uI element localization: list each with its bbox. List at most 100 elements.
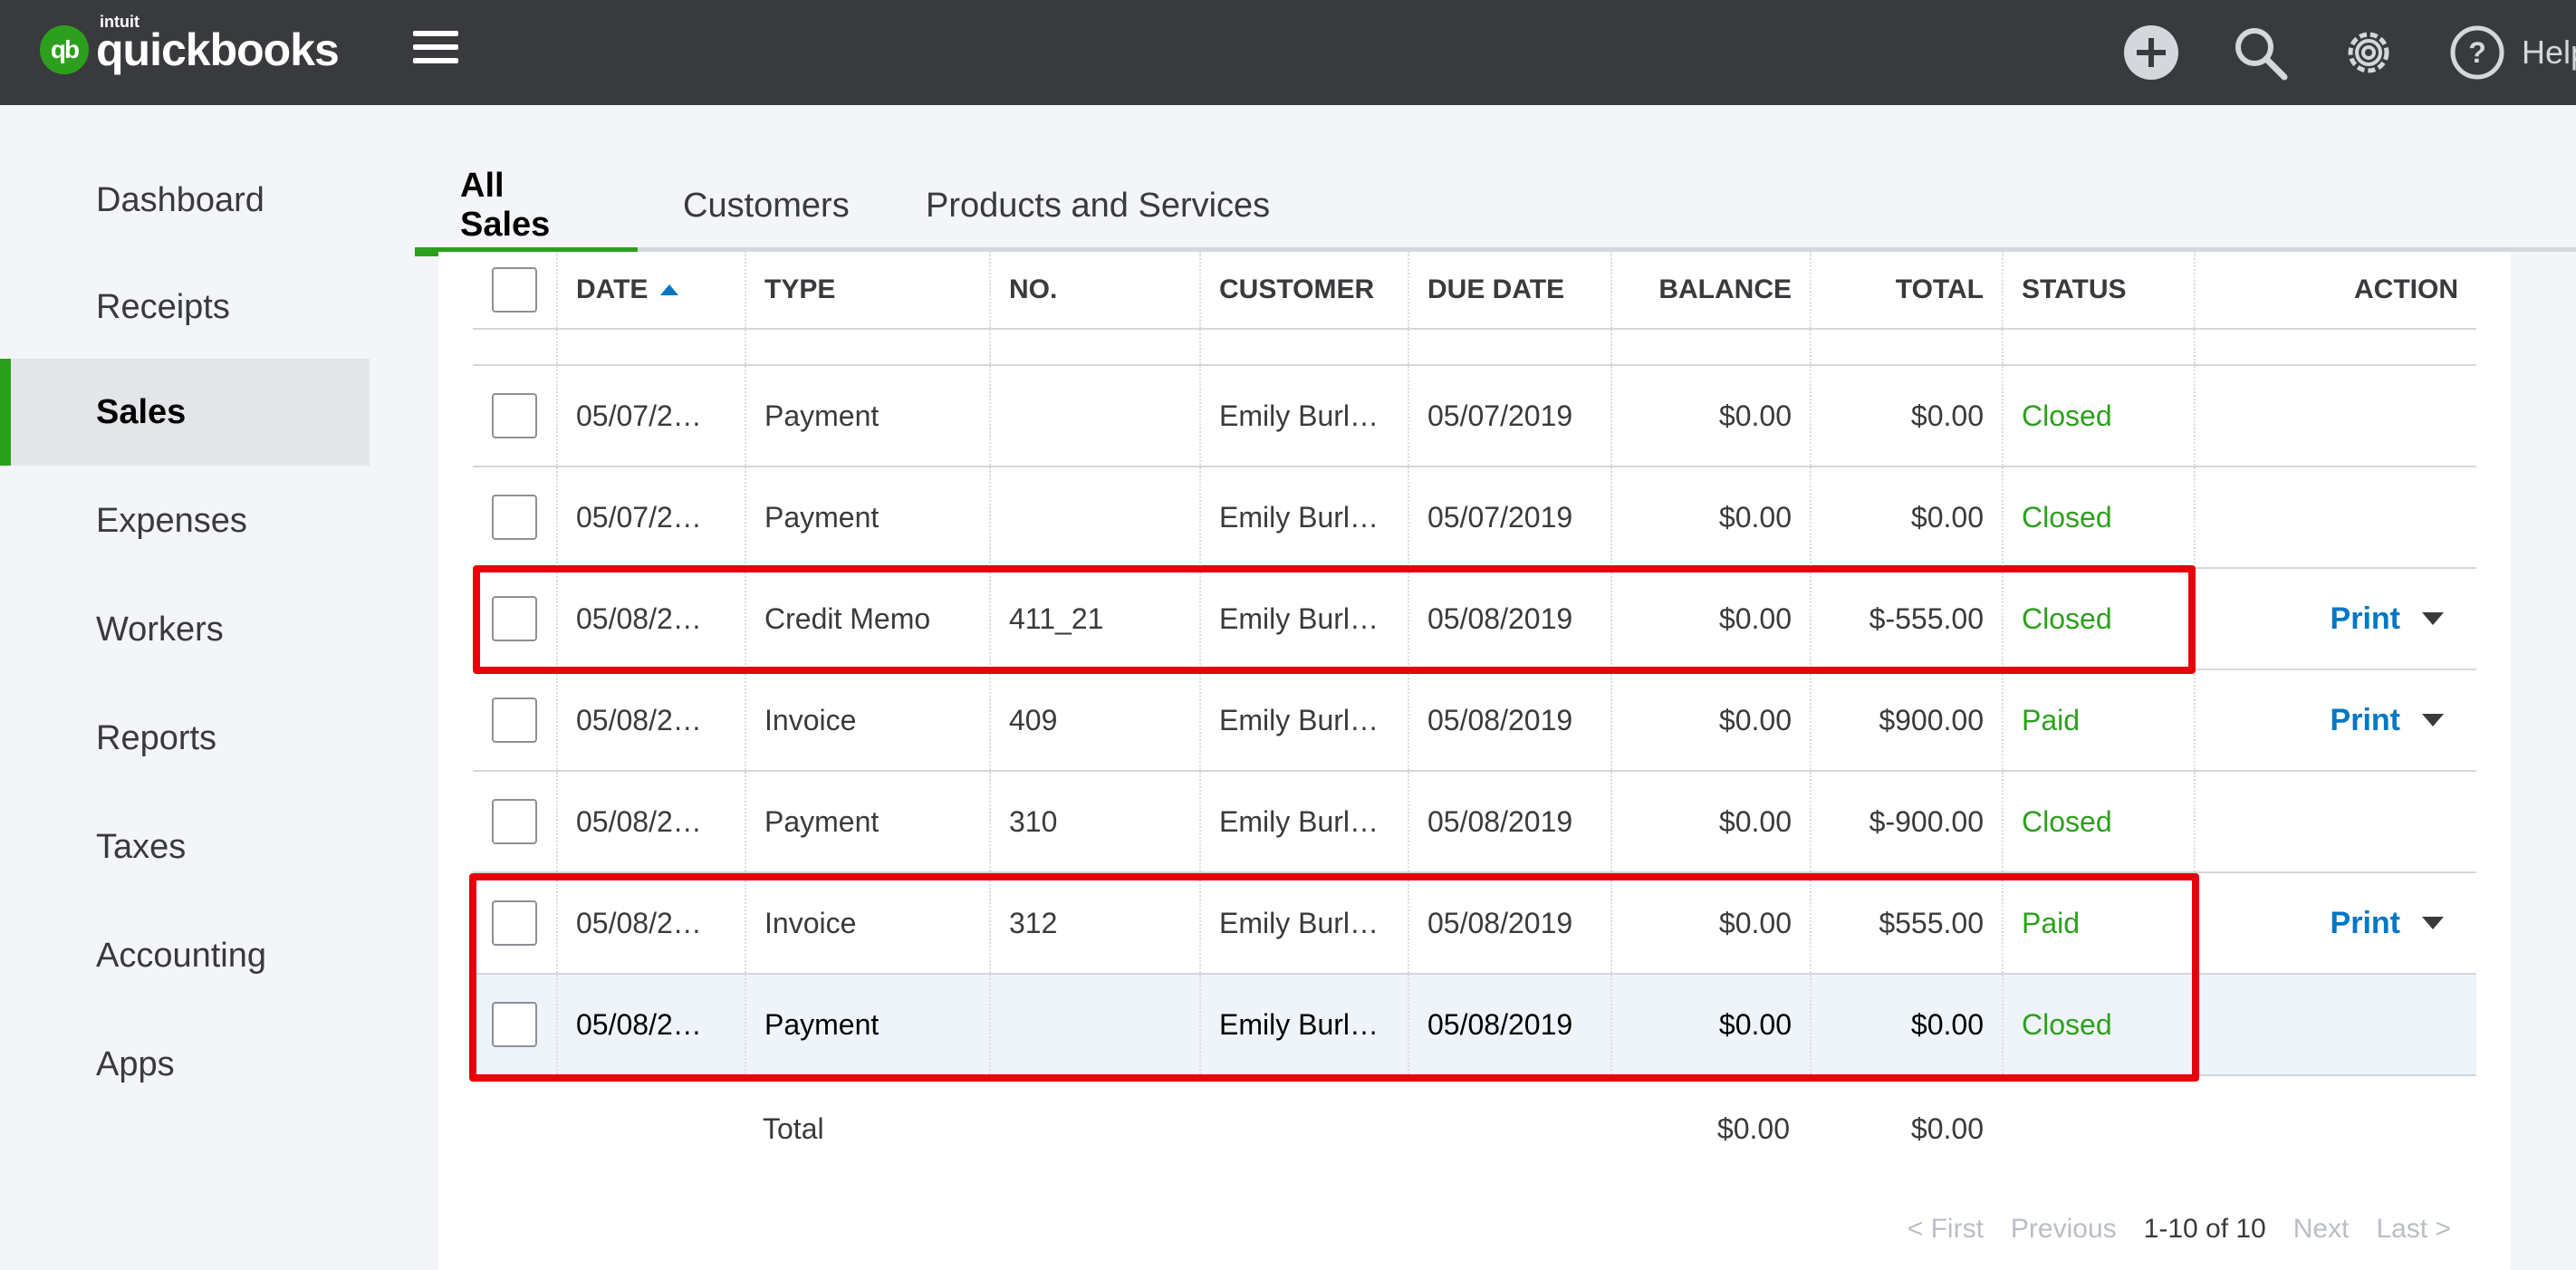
cell-balance: $0.00 <box>1612 569 1812 669</box>
cell-due-date: 05/08/2019 <box>1409 873 1612 973</box>
cell-type: Payment <box>746 467 991 567</box>
table-row[interactable]: 05/08/2… Invoice 312 Emily Burl… 05/08/2019 $… <box>473 873 2476 975</box>
cell-total: $-900.00 <box>1812 772 2004 871</box>
cell-status: Paid <box>2004 873 2196 973</box>
cell-action <box>2196 975 2476 1074</box>
table-row[interactable]: 05/08/2… Invoice 409 Emily Burl… 05/08/2019 $… <box>473 670 2476 772</box>
table-header-row: DATE TYPE NO. CUSTOMER DUE DATE BALANCE … <box>473 252 2476 330</box>
chevron-down-icon[interactable] <box>2422 714 2444 726</box>
print-link[interactable]: Print <box>2331 601 2400 637</box>
sidebar-item-sales[interactable]: Sales <box>0 359 370 466</box>
cell-total: $-555.00 <box>1812 569 2004 669</box>
sidebar-item-expenses[interactable]: Expenses <box>0 467 370 574</box>
table-row[interactable]: 05/08/2… Payment Emily Burl… 05/08/2019 $0.0… <box>473 975 2476 1076</box>
column-header-no[interactable]: NO. <box>991 252 1201 328</box>
column-header-date[interactable]: DATE <box>558 252 746 328</box>
column-header-total[interactable]: TOTAL <box>1812 252 2004 328</box>
table-row[interactable]: 05/08/2… Payment 310 Emily Burl… 05/08/2019 $… <box>473 772 2476 873</box>
column-header-balance[interactable]: BALANCE <box>1612 252 1812 328</box>
tab-customers[interactable]: Customers <box>638 159 895 252</box>
cell-action: Print <box>2196 873 2476 973</box>
cell-due-date: 05/07/2019 <box>1409 467 1612 567</box>
cell-no: 411_21 <box>991 569 1201 669</box>
svg-text:?: ? <box>2468 36 2486 69</box>
sales-tabs: All Sales Customers Products and Service… <box>415 159 2576 256</box>
search-icon[interactable] <box>2230 23 2290 82</box>
cell-date: 05/07/2… <box>558 467 746 567</box>
select-all-checkbox[interactable] <box>492 267 537 313</box>
column-header-status[interactable]: STATUS <box>2004 252 2196 328</box>
cell-customer: Emily Burl… <box>1201 467 1409 567</box>
column-header-customer[interactable]: CUSTOMER <box>1201 252 1409 328</box>
cell-date: 05/07/2… <box>558 366 746 466</box>
table-row[interactable]: 05/07/2… Payment Emily Burl… 05/07/2019 $0.0… <box>473 366 2476 467</box>
sidebar-item-receipts[interactable]: Receipts <box>0 254 370 361</box>
top-bar: qb intuit quickbooks ? Help <box>0 0 2576 105</box>
sidebar-item-reports[interactable]: Reports <box>0 685 370 792</box>
sidebar-item-accounting[interactable]: Accounting <box>0 902 370 1009</box>
pager-previous-link[interactable]: Previous <box>2011 1214 2117 1245</box>
total-label: Total <box>763 1112 824 1145</box>
table-row[interactable]: 05/07/2… Payment Emily Burl… 05/07/2019 $0.0… <box>473 467 2476 569</box>
total-amount: $0.00 <box>1910 1112 1984 1145</box>
cell-total: $900.00 <box>1812 670 2004 770</box>
cell-due-date: 05/07/2019 <box>1409 366 1612 466</box>
column-header-type[interactable]: TYPE <box>746 252 991 328</box>
plus-icon[interactable] <box>2121 23 2181 82</box>
cell-status: Closed <box>2004 467 2196 567</box>
sidebar-item-workers[interactable]: Workers <box>0 576 370 683</box>
chevron-down-icon[interactable] <box>2422 612 2444 625</box>
quickbooks-wordmark: quickbooks <box>96 24 340 75</box>
quickbooks-logo-mark: qb <box>40 25 89 74</box>
cell-date: 05/08/2… <box>558 772 746 871</box>
cell-customer: Emily Burl… <box>1201 569 1409 669</box>
pager-next-link[interactable]: Next <box>2293 1214 2350 1245</box>
cell-due-date: 05/08/2019 <box>1409 772 1612 871</box>
row-checkbox[interactable] <box>492 495 537 540</box>
cell-balance: $0.00 <box>1612 366 1812 466</box>
cell-no <box>991 467 1201 567</box>
tab-products-and-services[interactable]: Products and Services <box>880 159 1315 252</box>
gear-icon[interactable] <box>2339 23 2398 82</box>
cell-due-date: 05/08/2019 <box>1409 670 1612 770</box>
sidebar-item-taxes[interactable]: Taxes <box>0 794 370 900</box>
row-checkbox[interactable] <box>492 1002 537 1047</box>
row-checkbox[interactable] <box>492 393 537 438</box>
chevron-down-icon[interactable] <box>2422 917 2444 929</box>
sort-ascending-icon <box>660 284 679 295</box>
cell-type: Payment <box>746 772 991 871</box>
column-header-action: ACTION <box>2354 274 2458 304</box>
intuit-label: intuit <box>100 13 139 31</box>
cell-action <box>2196 366 2476 466</box>
cell-no <box>991 975 1201 1074</box>
cell-total: $0.00 <box>1812 467 2004 567</box>
cell-type: Credit Memo <box>746 569 991 669</box>
cell-total: $0.00 <box>1812 366 2004 466</box>
pager-last-link[interactable]: Last > <box>2376 1214 2451 1245</box>
table-row[interactable]: 05/08/2… Credit Memo 411_21 Emily Burl… 05/0… <box>473 569 2476 670</box>
total-balance: $0.00 <box>1716 1112 1790 1145</box>
cell-status: Closed <box>2004 975 2196 1074</box>
help-label[interactable]: Help <box>2522 34 2576 72</box>
column-header-due-date[interactable]: DUE DATE <box>1409 252 1612 328</box>
cell-balance: $0.00 <box>1612 975 1812 1074</box>
row-checkbox[interactable] <box>492 596 537 641</box>
cell-action <box>2196 467 2476 567</box>
row-checkbox[interactable] <box>492 900 537 946</box>
print-link[interactable]: Print <box>2331 906 2400 941</box>
cell-total: $0.00 <box>1812 975 2004 1074</box>
hamburger-menu-icon[interactable] <box>413 31 458 67</box>
sidebar-item-dashboard[interactable]: Dashboard <box>0 147 370 254</box>
pager-first-link[interactable]: < First <box>1908 1214 1984 1245</box>
sidebar-item-apps[interactable]: Apps <box>0 1011 370 1118</box>
cell-status: Closed <box>2004 772 2196 871</box>
tab-all-sales[interactable]: All Sales <box>415 159 638 256</box>
help-icon[interactable]: ? <box>2447 23 2507 82</box>
print-link[interactable]: Print <box>2331 703 2400 738</box>
cell-balance: $0.00 <box>1612 467 1812 567</box>
quickbooks-logo[interactable]: qb intuit quickbooks <box>40 13 340 80</box>
pager-range: 1-10 of 10 <box>2143 1214 2266 1244</box>
row-checkbox[interactable] <box>492 799 537 844</box>
row-checkbox[interactable] <box>492 698 537 743</box>
cell-action <box>2196 772 2476 871</box>
